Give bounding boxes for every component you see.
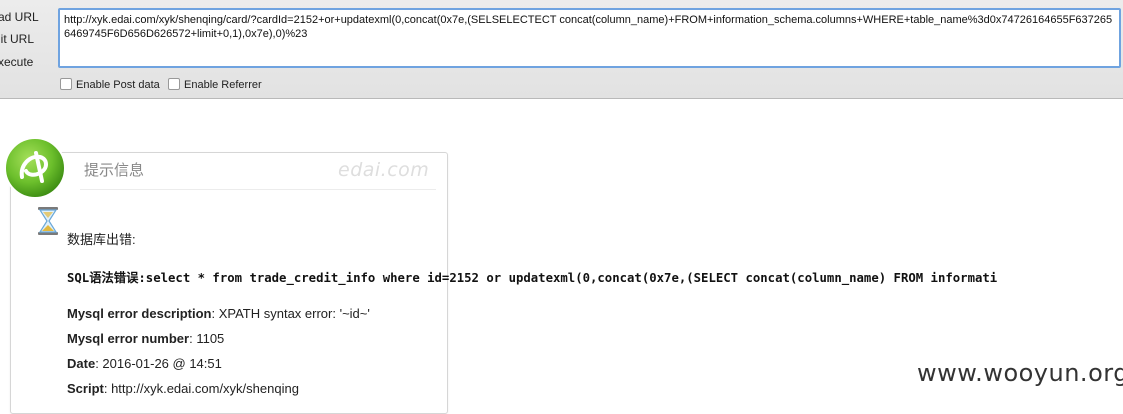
error-number-value: : 1105 (189, 331, 225, 346)
enable-post-label: Enable Post data (76, 79, 160, 91)
enable-referrer-checkbox[interactable] (168, 78, 180, 90)
split-url-button[interactable]: lit URL (0, 32, 34, 46)
hackbar-toolbar: ad URL lit URL xecute http://xyk.edai.co… (0, 0, 1123, 99)
brand-watermark: edai.com (338, 159, 430, 181)
site-watermark: www.wooyun.org (917, 359, 1123, 387)
db-error-heading: 数据库出错: (67, 232, 136, 247)
script-value: : http://xyk.edai.com/xyk/shenqing (103, 381, 299, 396)
enable-post-checkbox[interactable] (60, 78, 72, 90)
enable-referrer-label: Enable Referrer (184, 79, 262, 91)
title-divider (80, 189, 436, 190)
enable-post-option[interactable]: Enable Post data (60, 78, 160, 91)
error-description-value: : XPATH syntax error: '~id~' (211, 306, 370, 321)
error-number-line: Mysql error number: 1105 (67, 331, 224, 346)
script-line: Script: http://xyk.edai.com/xyk/shenqing (67, 381, 299, 396)
message-title: 提示信息 (84, 162, 145, 179)
enable-referrer-option[interactable]: Enable Referrer (168, 78, 262, 91)
error-description-line: Mysql error description: XPATH syntax er… (67, 306, 370, 321)
error-number-label: Mysql error number (67, 331, 190, 346)
date-label: Date (67, 356, 96, 371)
load-url-button[interactable]: ad URL (0, 10, 39, 24)
date-line: Date: 2016-01-26 @ 14:51 (67, 356, 222, 371)
url-text: http://xyk.edai.com/xyk/shenqing/card/?c… (64, 14, 1113, 40)
date-value: : 2016-01-26 @ 14:51 (95, 356, 222, 371)
hourglass-icon (38, 207, 58, 235)
script-label: Script (67, 381, 104, 396)
edai-logo-icon (4, 137, 66, 199)
url-textarea[interactable]: http://xyk.edai.com/xyk/shenqing/card/?c… (58, 8, 1121, 68)
execute-button[interactable]: xecute (0, 55, 33, 69)
sql-error-line: SQL语法错误:select * from trade_credit_info … (67, 271, 998, 285)
error-description-label: Mysql error description (67, 306, 212, 321)
